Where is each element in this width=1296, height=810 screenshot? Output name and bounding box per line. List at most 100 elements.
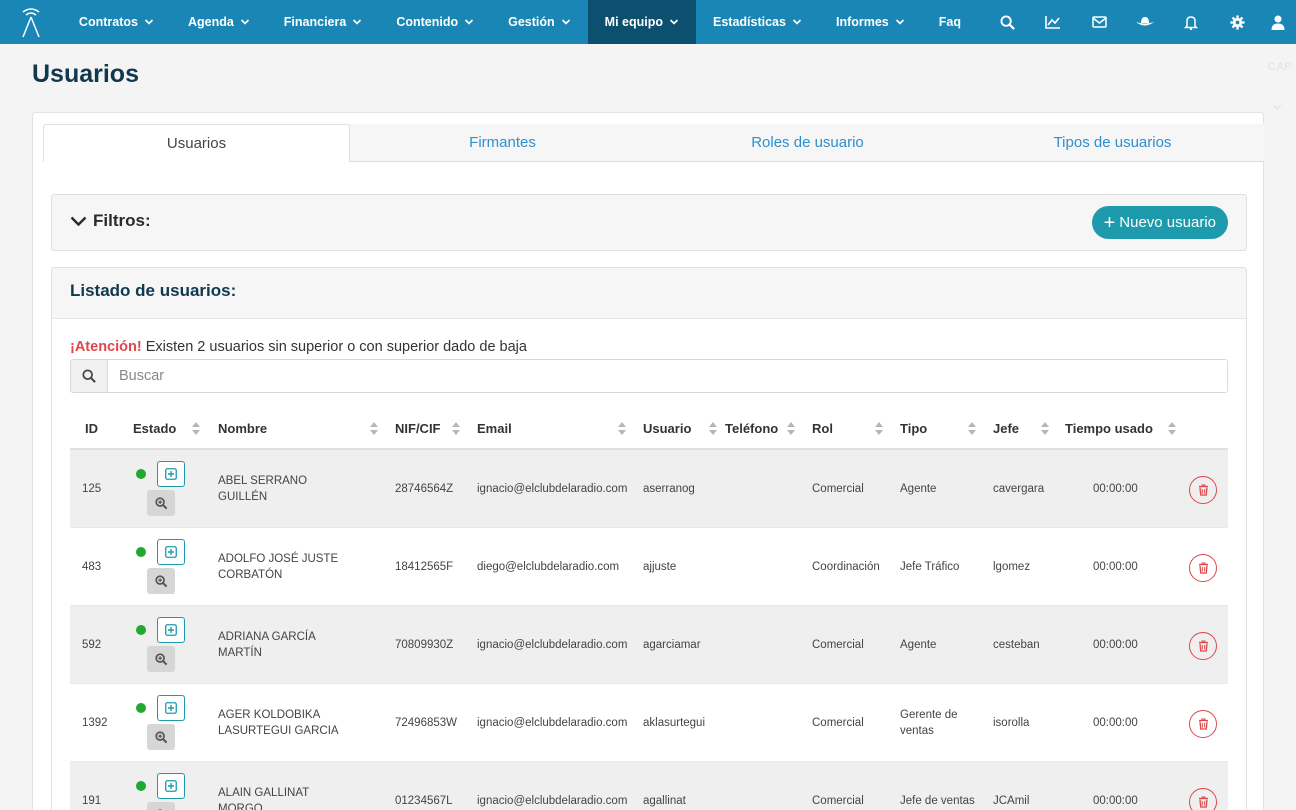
column-header-nombre[interactable]: Nombre bbox=[218, 421, 267, 436]
nav-item-financiera[interactable]: Financiera bbox=[267, 0, 380, 44]
sort-icon[interactable] bbox=[370, 422, 378, 435]
chevron-down-icon bbox=[70, 216, 87, 226]
delete-user-button[interactable] bbox=[1189, 632, 1217, 660]
chart-line-icon[interactable] bbox=[1030, 0, 1076, 44]
chevron-down-icon bbox=[353, 19, 362, 25]
filters-toggle[interactable]: Filtros: bbox=[70, 211, 151, 231]
nav-item-informes[interactable]: Informes bbox=[819, 0, 922, 44]
column-header-tiempo-usado[interactable]: Tiempo usado bbox=[1065, 421, 1153, 436]
search-icon[interactable] bbox=[984, 0, 1030, 44]
chevron-down-icon bbox=[792, 19, 802, 25]
ghost-label: CAP bbox=[1268, 61, 1293, 73]
cell-email: ignacio@elclubdelaradio.com bbox=[477, 794, 628, 807]
nav-item-label: Contratos bbox=[78, 15, 138, 29]
warning-alert: ¡Atención! Existen 2 usuarios sin superi… bbox=[70, 339, 527, 355]
column-header-nif-cif[interactable]: NIF/CIF bbox=[395, 421, 441, 436]
view-details-button[interactable] bbox=[147, 802, 175, 810]
cell-tiempo: 00:00:00 bbox=[1093, 482, 1138, 495]
sort-icon[interactable] bbox=[1041, 422, 1049, 435]
tab-tipos-de-usuarios[interactable]: Tipos de usuarios bbox=[960, 124, 1265, 161]
trash-icon bbox=[1198, 640, 1208, 652]
cell-rol: Comercial bbox=[812, 482, 864, 495]
table-row[interactable]: 483 ADOLFO JOSÉ JUSTE CORBATÓN 18412565F di… bbox=[70, 528, 1228, 606]
nav-item-mi-equipo[interactable]: Mi equipo bbox=[587, 0, 696, 44]
tab-usuarios[interactable]: Usuarios bbox=[43, 124, 350, 162]
nav-item-label: Agenda bbox=[187, 15, 234, 29]
table-row[interactable]: 1392 AGER KOLDOBIKA LASURTEGUI GARCIA 7249… bbox=[70, 684, 1228, 762]
cell-jefe: JCAmil bbox=[993, 794, 1030, 807]
nav-item-faq[interactable]: Faq bbox=[922, 0, 978, 44]
sort-icon[interactable] bbox=[452, 422, 460, 435]
gear-icon[interactable] bbox=[1214, 0, 1260, 44]
new-user-button[interactable]: + Nuevo usuario bbox=[1091, 206, 1228, 239]
sort-icon[interactable] bbox=[787, 422, 795, 435]
plus-square-icon bbox=[165, 780, 177, 792]
filters-title: Filtros: bbox=[93, 211, 151, 230]
zoom-in-icon bbox=[154, 574, 167, 587]
expand-row-button[interactable] bbox=[157, 461, 185, 487]
delete-user-button[interactable] bbox=[1189, 554, 1217, 582]
cowboy-hat-icon[interactable] bbox=[1122, 0, 1168, 44]
delete-user-button[interactable] bbox=[1189, 788, 1217, 810]
cell-usuario: aserranog bbox=[643, 482, 695, 495]
cell-nif: 01234567L bbox=[395, 794, 453, 807]
table-row[interactable]: 592 ADRIANA GARCÍA MARTÍN 70809930Z ignacio… bbox=[70, 606, 1228, 684]
column-header-jefe[interactable]: Jefe bbox=[993, 421, 1019, 436]
mail-icon[interactable] bbox=[1076, 0, 1122, 44]
column-header-id[interactable]: ID bbox=[85, 421, 98, 436]
chevron-down-icon bbox=[240, 19, 249, 25]
column-header-rol[interactable]: Rol bbox=[812, 421, 833, 436]
alert-text: Existen 2 usuarios sin superior o con su… bbox=[141, 339, 527, 355]
column-header-usuario[interactable]: Usuario bbox=[643, 421, 691, 436]
table-row[interactable]: 125 ABEL SERRANO GUILLÉN 28746564Z ignacio@… bbox=[70, 450, 1228, 528]
column-header-email[interactable]: Email bbox=[477, 421, 512, 436]
view-details-button[interactable] bbox=[147, 568, 175, 594]
filters-panel: Filtros: + Nuevo usuario bbox=[51, 194, 1247, 251]
cell-tipo: Agente bbox=[900, 482, 937, 495]
chevron-down-icon bbox=[895, 19, 904, 25]
status-active-indicator bbox=[136, 547, 146, 557]
nav-item-contenido[interactable]: Contenido bbox=[379, 0, 491, 44]
nav-item-estad-sticas[interactable]: Estadísticas bbox=[696, 0, 819, 44]
nav-item-agenda[interactable]: Agenda bbox=[171, 0, 267, 44]
logo[interactable] bbox=[0, 0, 62, 44]
sort-icon[interactable] bbox=[618, 422, 626, 435]
nav-item-label: Estadísticas bbox=[713, 15, 786, 29]
nav-item-contratos[interactable]: Contratos bbox=[62, 0, 171, 44]
table-header: ID Estado Nombre NIF/CIF Email Usuario Teléfon… bbox=[70, 409, 1228, 450]
bell-icon[interactable] bbox=[1168, 0, 1214, 44]
sort-icon[interactable] bbox=[1168, 422, 1176, 435]
nav-item-gesti-n[interactable]: Gestión bbox=[491, 0, 588, 44]
cell-name: AGER KOLDOBIKA LASURTEGUI GARCIA bbox=[218, 708, 339, 737]
search-input[interactable] bbox=[108, 360, 1227, 392]
users-list-panel: Listado de usuarios: ¡Atención! Existen … bbox=[51, 267, 1247, 810]
view-details-button[interactable] bbox=[147, 724, 175, 750]
sort-icon[interactable] bbox=[875, 422, 883, 435]
user-icon[interactable] bbox=[1260, 0, 1296, 44]
new-user-label: Nuevo usuario bbox=[1119, 214, 1216, 231]
view-details-button[interactable] bbox=[147, 490, 175, 516]
column-header-tipo[interactable]: Tipo bbox=[900, 421, 927, 436]
expand-row-button[interactable] bbox=[157, 773, 185, 799]
view-details-button[interactable] bbox=[147, 646, 175, 672]
table-row[interactable]: 191 ALAIN GALLINAT MORGO 01234567L ignacio@… bbox=[70, 762, 1228, 810]
sort-icon[interactable] bbox=[192, 422, 200, 435]
column-header-tel-fono[interactable]: Teléfono bbox=[725, 421, 778, 436]
cell-tiempo: 00:00:00 bbox=[1093, 794, 1138, 807]
nav-menu: Contratos Agenda Financiera Contenido Gestió… bbox=[62, 0, 978, 44]
sort-icon[interactable] bbox=[968, 422, 976, 435]
delete-user-button[interactable] bbox=[1189, 476, 1217, 504]
tab-firmantes[interactable]: Firmantes bbox=[350, 124, 655, 161]
status-active-indicator bbox=[136, 703, 146, 713]
tab-roles-de-usuario[interactable]: Roles de usuario bbox=[655, 124, 960, 161]
expand-row-button[interactable] bbox=[157, 695, 185, 721]
zoom-in-icon bbox=[154, 652, 167, 665]
delete-user-button[interactable] bbox=[1189, 710, 1217, 738]
plus-icon: + bbox=[1103, 211, 1116, 234]
expand-row-button[interactable] bbox=[157, 539, 185, 565]
expand-row-button[interactable] bbox=[157, 617, 185, 643]
cell-email: ignacio@elclubdelaradio.com bbox=[477, 482, 628, 495]
cell-id: 483 bbox=[82, 560, 102, 573]
column-header-estado[interactable]: Estado bbox=[133, 421, 176, 436]
sort-icon[interactable] bbox=[709, 422, 717, 435]
